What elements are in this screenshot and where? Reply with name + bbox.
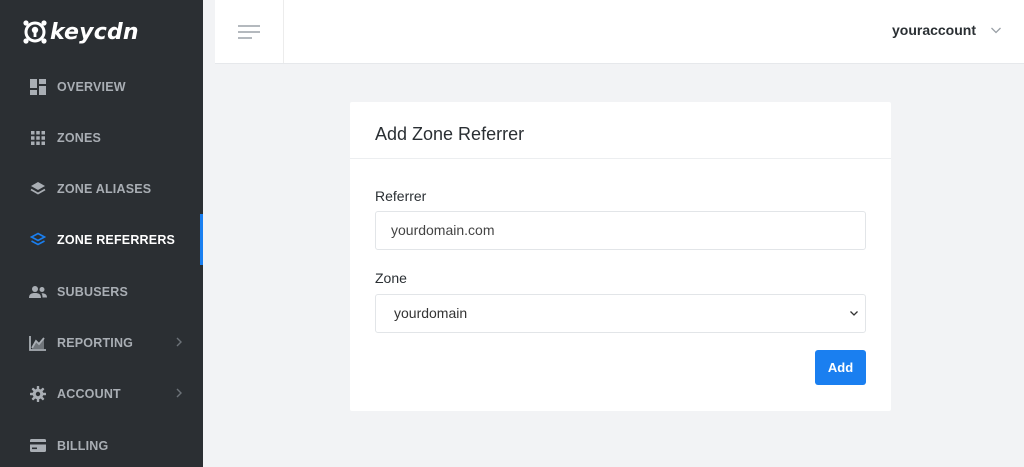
credit-card-icon (29, 437, 47, 455)
zone-label: Zone (375, 270, 407, 286)
account-name: youraccount (891, 22, 976, 38)
hamburger-icon (238, 24, 260, 39)
account-menu[interactable]: youraccount (892, 22, 1002, 38)
referrer-input[interactable]: yourdomain.com (375, 211, 866, 250)
layers-icon (29, 180, 47, 198)
sidebar-item-label: ZONE REFERRERS (57, 232, 176, 247)
zone-select-value: yourdomain (394, 305, 468, 321)
sidebar-item-label: OVERVIEW (57, 79, 126, 94)
card-title: Add Zone Referrer (350, 102, 891, 159)
sidebar-item-label: BILLING (57, 438, 109, 453)
chart-icon (29, 334, 47, 352)
dashboard-icon (29, 78, 47, 96)
chevron-right-icon (176, 337, 182, 347)
menu-toggle-button[interactable] (215, 0, 284, 63)
chevron-right-icon (176, 388, 182, 398)
referrer-label: Referrer (375, 188, 427, 204)
sidebar: keycdn OVERVIEW ZONES ZONE ALIASES ZONE … (0, 0, 203, 467)
brand-name: keycdn (50, 19, 139, 45)
zone-select[interactable]: yourdomain (375, 294, 866, 333)
chevron-down-icon (850, 311, 858, 316)
layers-outline-icon (29, 231, 47, 249)
add-zone-referrer-card: Add Zone Referrer Referrer yourdomain.co… (350, 102, 891, 411)
sidebar-item-label: SUBUSERS (57, 284, 129, 299)
sidebar-item-billing[interactable]: BILLING (0, 420, 203, 467)
logo[interactable]: keycdn (0, 0, 203, 64)
sidebar-item-zone-aliases[interactable]: ZONE ALIASES (0, 163, 203, 214)
sidebar-item-zones[interactable]: ZONES (0, 112, 203, 163)
top-header: youraccount (215, 0, 1024, 64)
users-icon (29, 283, 47, 301)
sidebar-item-label: ZONE ALIASES (57, 181, 152, 196)
add-button[interactable]: Add (815, 350, 866, 385)
keycdn-logo-icon (23, 20, 47, 44)
sidebar-item-label: ACCOUNT (57, 386, 121, 401)
sidebar-item-overview[interactable]: OVERVIEW (0, 61, 203, 112)
sidebar-item-label: ZONES (57, 130, 102, 145)
sidebar-item-account[interactable]: ACCOUNT (0, 368, 203, 419)
sidebar-item-zone-referrers[interactable]: ZONE REFERRERS (0, 214, 203, 265)
sidebar-item-label: REPORTING (57, 335, 134, 350)
chevron-down-icon (991, 27, 1001, 34)
sidebar-item-reporting[interactable]: REPORTING (0, 317, 203, 368)
gear-icon (29, 385, 47, 403)
grid-icon (29, 129, 47, 147)
sidebar-item-subusers[interactable]: SUBUSERS (0, 266, 203, 317)
